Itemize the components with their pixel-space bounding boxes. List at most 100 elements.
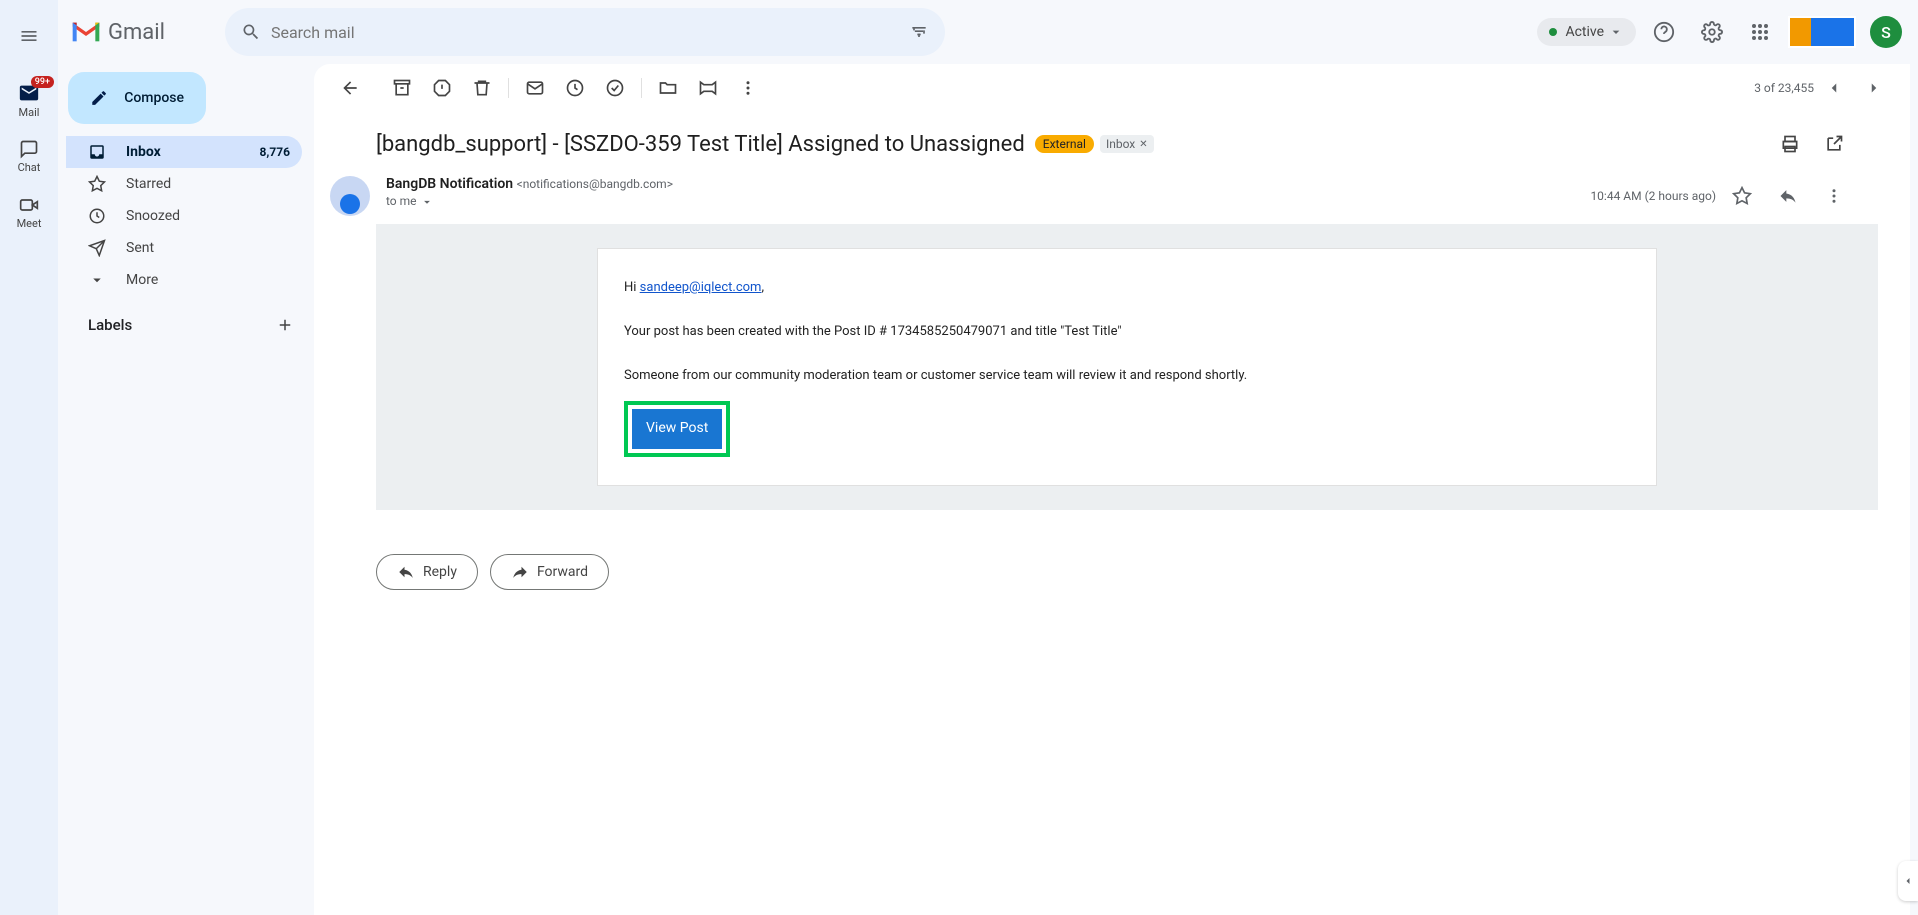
spam-button[interactable] <box>422 68 462 108</box>
clock-icon <box>88 207 108 225</box>
reply-icon-button[interactable] <box>1768 176 1808 216</box>
sender-avatar[interactable] <box>330 176 370 216</box>
status-label: Active <box>1565 24 1604 40</box>
search-options-icon[interactable] <box>909 22 929 42</box>
support-button[interactable] <box>1644 12 1684 52</box>
nav-more-label: More <box>126 272 158 288</box>
mark-unread-button[interactable] <box>515 68 555 108</box>
open-new-button[interactable] <box>1814 124 1854 164</box>
more-button[interactable] <box>728 68 768 108</box>
email-body: Hi sandeep@iqlect.com, Your post has bee… <box>376 224 1878 510</box>
external-badge: External <box>1035 135 1094 153</box>
search-input[interactable] <box>271 23 909 42</box>
remove-label-icon[interactable]: ✕ <box>1139 139 1147 150</box>
nav-more[interactable]: More <box>66 264 302 296</box>
compose-button[interactable]: Compose <box>68 72 206 124</box>
search-icon <box>241 22 261 42</box>
rail-chat[interactable]: Chat <box>1 128 57 184</box>
nav-snoozed-label: Snoozed <box>126 208 180 224</box>
recipient-line[interactable]: to me <box>386 194 1590 209</box>
greeting-suffix: , <box>761 280 764 295</box>
labels-header: Labels <box>66 296 314 338</box>
rail-meet[interactable]: Meet <box>1 184 57 240</box>
main-menu-button[interactable] <box>9 16 49 56</box>
reply-label: Reply <box>423 564 457 580</box>
sender-name: BangDB Notification <box>386 176 513 192</box>
body-line2: Someone from our community moderation te… <box>624 365 1630 387</box>
message-more-button[interactable] <box>1814 176 1854 216</box>
toolbar: 3 of 23,455 <box>314 64 1910 112</box>
account-avatar[interactable]: S <box>1870 16 1902 48</box>
nav-inbox[interactable]: Inbox 8,776 <box>66 136 302 168</box>
prev-button[interactable] <box>1814 68 1854 108</box>
pager-text: 3 of 23,455 <box>1754 81 1814 95</box>
search-bar[interactable] <box>225 8 945 56</box>
add-task-button[interactable] <box>595 68 635 108</box>
mail-icon: 99+ <box>18 82 40 104</box>
delete-button[interactable] <box>462 68 502 108</box>
move-button[interactable] <box>648 68 688 108</box>
inbox-icon <box>88 143 108 161</box>
message-time: 10:44 AM (2 hours ago) <box>1590 189 1716 203</box>
subject-row: [bangdb_support] - [SSZDO-359 Test Title… <box>314 112 1910 172</box>
chevron-down-icon <box>420 195 434 209</box>
rail-meet-label: Meet <box>17 217 42 230</box>
workspace-logo[interactable] <box>1788 16 1856 48</box>
greeting-email-link[interactable]: sandeep@iqlect.com <box>640 280 762 295</box>
rail-chat-label: Chat <box>18 161 41 174</box>
meet-icon <box>19 195 39 215</box>
forward-button[interactable]: Forward <box>490 554 609 590</box>
rail-mail[interactable]: 99+ Mail <box>1 72 57 128</box>
mail-badge: 99+ <box>31 76 54 88</box>
nav-inbox-label: Inbox <box>126 144 161 160</box>
subject-text: [bangdb_support] - [SSZDO-359 Test Title… <box>376 132 1025 157</box>
left-rail: 99+ Mail Chat Meet <box>0 0 58 915</box>
apps-button[interactable] <box>1740 12 1780 52</box>
body-line1: Your post has been created with the Post… <box>624 321 1630 343</box>
reply-button[interactable]: Reply <box>376 554 478 590</box>
next-button[interactable] <box>1854 68 1894 108</box>
sender-email: <notifications@bangdb.com> <box>517 177 673 191</box>
sidebar: Compose Inbox 8,776 Starred Snoozed Sent <box>58 64 314 915</box>
star-message-button[interactable] <box>1722 176 1762 216</box>
message-header: BangDB Notification <notifications@bangd… <box>314 172 1910 224</box>
nav-snoozed[interactable]: Snoozed <box>66 200 302 232</box>
forward-icon <box>511 563 529 581</box>
add-label-button[interactable] <box>276 316 294 334</box>
nav-sent[interactable]: Sent <box>66 232 302 264</box>
star-icon <box>88 175 108 193</box>
back-button[interactable] <box>330 68 370 108</box>
sender-line: BangDB Notification <notifications@bangd… <box>386 176 1590 192</box>
pencil-icon <box>90 88 108 108</box>
settings-button[interactable] <box>1692 12 1732 52</box>
status-dot-icon <box>1549 28 1557 36</box>
nav-starred-label: Starred <box>126 176 171 192</box>
snooze-button[interactable] <box>555 68 595 108</box>
view-post-highlight: View Post <box>624 401 730 457</box>
nav-starred[interactable]: Starred <box>66 168 302 200</box>
compose-label: Compose <box>124 90 184 106</box>
content-area: 3 of 23,455 [bangdb_support] - [SSZDO-35… <box>314 64 1910 915</box>
chevron-left-icon <box>1902 875 1914 887</box>
nav-inbox-count: 8,776 <box>260 145 291 159</box>
greeting-prefix: Hi <box>624 280 640 295</box>
archive-button[interactable] <box>382 68 422 108</box>
side-panel-toggle[interactable] <box>1898 861 1918 901</box>
gmail-logo[interactable]: Gmail <box>70 20 165 45</box>
forward-label: Forward <box>537 564 588 580</box>
send-icon <box>88 239 108 257</box>
print-button[interactable] <box>1770 124 1810 164</box>
rail-mail-label: Mail <box>19 106 40 119</box>
reply-row: Reply Forward <box>314 510 1910 590</box>
reply-icon <box>397 563 415 581</box>
chevron-down-icon <box>88 271 108 289</box>
header: Gmail Active S <box>58 0 1918 64</box>
gmail-logo-icon <box>70 20 102 44</box>
gmail-logo-text: Gmail <box>108 20 165 45</box>
label-button[interactable] <box>688 68 728 108</box>
view-post-button[interactable]: View Post <box>632 409 722 449</box>
inbox-label-chip[interactable]: Inbox✕ <box>1100 135 1154 153</box>
status-chip[interactable]: Active <box>1537 18 1636 46</box>
chevron-down-icon <box>1608 24 1624 40</box>
chat-icon <box>19 139 39 159</box>
